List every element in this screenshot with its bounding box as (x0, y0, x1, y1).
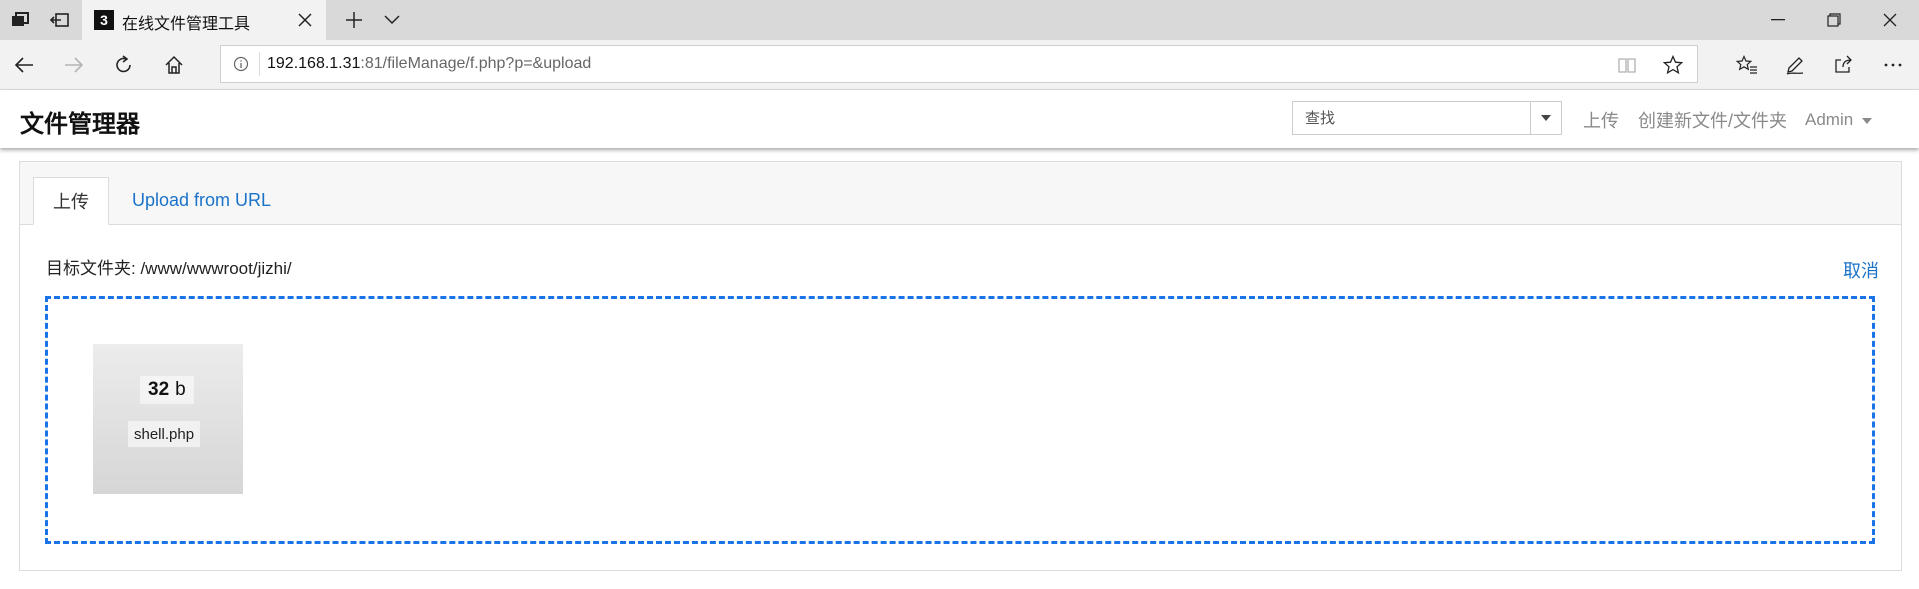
upload-dropzone[interactable]: 32 b shell.php (45, 296, 1875, 544)
app-brand[interactable]: 文件管理器 (20, 104, 140, 139)
browser-tab-bar: 3 在线文件管理工具 (0, 0, 1919, 40)
more-icon[interactable] (1873, 45, 1913, 85)
upload-tabs: 上传 Upload from URL (20, 162, 1901, 225)
restore-icon[interactable] (1806, 0, 1862, 40)
address-bar[interactable]: 192.168.1.31:81/fileManage/f.php?p=&uplo… (220, 45, 1698, 83)
file-size-unit: b (175, 379, 186, 400)
minimize-icon[interactable] (1750, 0, 1806, 40)
search-box (1292, 101, 1562, 135)
url-text[interactable]: 192.168.1.31:81/fileManage/f.php?p=&uplo… (267, 55, 591, 73)
tab-title: 在线文件管理工具 (122, 16, 251, 33)
arrow-right-icon[interactable] (54, 45, 94, 85)
chevron-down-icon[interactable] (372, 0, 412, 40)
url-host: 192.168.1.31 (267, 55, 361, 72)
info-icon[interactable] (231, 54, 251, 74)
favorites-icon[interactable] (1727, 45, 1767, 85)
file-preview: 32 b shell.php (93, 344, 243, 494)
set-aside-tabs-icon[interactable] (40, 0, 80, 40)
address-bar-divider (259, 52, 260, 76)
caret-down-icon (1541, 115, 1551, 121)
arrow-left-icon[interactable] (4, 45, 44, 85)
share-icon[interactable] (1823, 45, 1863, 85)
file-name: shell.php (128, 421, 201, 447)
caret-down-icon (1861, 117, 1872, 124)
file-size-value: 32 (148, 379, 170, 400)
user-menu[interactable]: Admin (1805, 110, 1872, 130)
url-path: :81/fileManage/f.php?p=&upload (360, 55, 592, 72)
book-icon[interactable] (1611, 50, 1643, 80)
nav-create-link[interactable]: 创建新文件/文件夹 (1638, 107, 1787, 133)
target-folder-label: 目标文件夹: /www/wwwroot/jizhi/ (46, 259, 292, 278)
nav-upload-link[interactable]: 上传 (1583, 107, 1619, 133)
cancel-link[interactable]: 取消 (1843, 257, 1879, 283)
tab-upload[interactable]: 上传 (33, 177, 109, 225)
home-icon[interactable] (154, 45, 194, 85)
close-window-icon[interactable] (1862, 0, 1918, 40)
tab-favicon: 3 (94, 10, 114, 30)
upload-card: 上传 Upload from URL 目标文件夹: /www/wwwroot/j… (19, 161, 1902, 571)
tab-actions-icon[interactable] (0, 0, 40, 40)
tab-upload-from-url[interactable]: Upload from URL (132, 190, 271, 211)
browser-tab-active[interactable]: 3 在线文件管理工具 (82, 0, 326, 40)
search-input[interactable] (1293, 102, 1531, 134)
app-header: 文件管理器 上传 创建新文件/文件夹 Admin (0, 90, 1919, 148)
close-icon[interactable] (290, 0, 320, 40)
search-dropdown-button[interactable] (1530, 102, 1561, 134)
file-size: 32 b (140, 376, 194, 404)
user-name: Admin (1805, 110, 1854, 129)
star-icon[interactable] (1657, 50, 1689, 80)
plus-icon[interactable] (334, 0, 374, 40)
refresh-icon[interactable] (104, 45, 144, 85)
pen-icon[interactable] (1775, 45, 1815, 85)
